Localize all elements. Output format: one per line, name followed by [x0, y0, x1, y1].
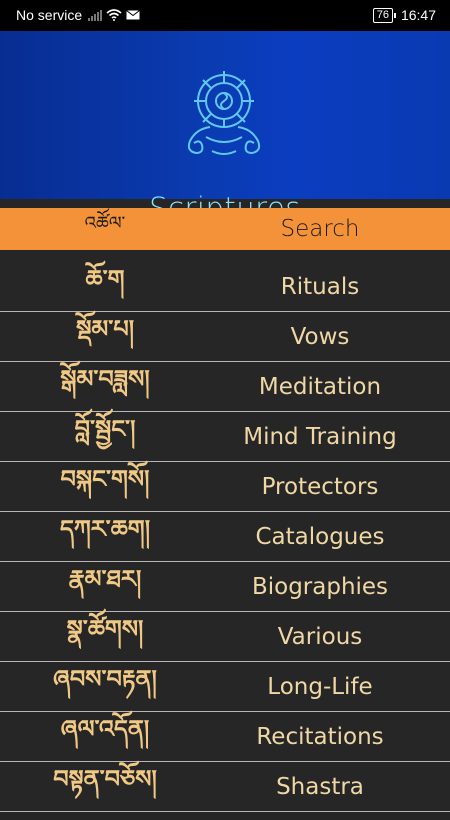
carrier-label: No service — [16, 7, 83, 23]
category-label: Vows — [290, 323, 350, 350]
status-left: No service — [16, 7, 140, 23]
clock: 16:47 — [400, 7, 436, 23]
category-label: Biographies — [251, 573, 389, 600]
category-label: Recitations — [256, 723, 384, 750]
category-label: Meditation — [258, 373, 382, 400]
category-label: Protectors — [261, 473, 379, 500]
search-label: Search — [280, 216, 360, 242]
category-label: Mind Training — [243, 423, 397, 450]
search-tibetan-label: འཚོལ་ — [84, 213, 126, 234]
category-list: ཆོ་ག Rituals སྡོམ་པ། Vows སྒོམ་བཟླས། Med… — [0, 262, 450, 812]
category-tibetan-label: བསྟན་བཅོས། — [53, 765, 157, 793]
search-button[interactable]: འཚོལ་ Search — [0, 208, 450, 250]
wifi-icon — [106, 9, 122, 21]
mail-icon — [126, 10, 140, 20]
category-label: Various — [277, 623, 363, 650]
signal-icon — [88, 9, 103, 21]
battery-icon: 76 — [372, 7, 397, 23]
header-banner: Scriptures — [0, 31, 450, 225]
status-right: 76 16:47 — [372, 7, 436, 23]
category-label: Catalogues — [255, 523, 385, 550]
category-label: Rituals — [280, 273, 360, 300]
category-label: Long-Life — [267, 673, 373, 700]
status-bar: No service 76 16:47 — [0, 0, 450, 31]
dharma-wheel-logo-icon — [187, 71, 261, 155]
category-item-shastra[interactable]: བསྟན་བཅོས། Shastra — [0, 762, 450, 812]
category-label: Shastra — [276, 773, 364, 800]
